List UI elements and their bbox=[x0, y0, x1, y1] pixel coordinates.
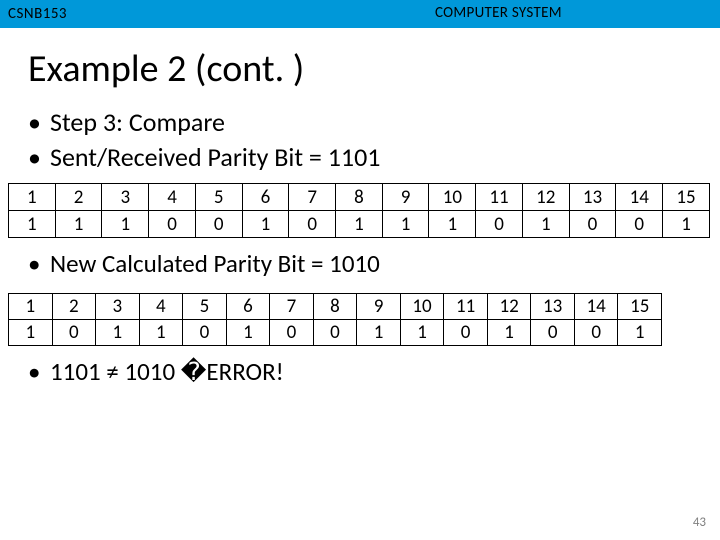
table-cell: 1 bbox=[55, 211, 102, 238]
table-cell: 9 bbox=[357, 294, 401, 320]
bullet-item: 1101 ≠ 1010 �ERROR! bbox=[28, 356, 720, 387]
table-cell: 1 bbox=[429, 211, 476, 238]
table-cell: 11 bbox=[476, 184, 523, 211]
table-cell: 12 bbox=[487, 294, 531, 320]
table-cell: 2 bbox=[55, 184, 102, 211]
table-cell: 10 bbox=[429, 184, 476, 211]
table-cell: 1 bbox=[336, 211, 383, 238]
table-cell: 0 bbox=[569, 211, 616, 238]
table-cell: 0 bbox=[476, 211, 523, 238]
table-cell: 5 bbox=[183, 294, 227, 320]
table-cell: 8 bbox=[313, 294, 357, 320]
table-cell: 0 bbox=[574, 320, 618, 346]
bullet-list-mid: New Calculated Parity Bit = 1010 bbox=[28, 248, 720, 279]
table-row: 1 2 3 4 5 6 7 8 9 10 11 12 13 14 15 bbox=[9, 184, 710, 211]
table-cell: 1 bbox=[9, 211, 56, 238]
table-cell: 1 bbox=[663, 211, 710, 238]
table-cell: 5 bbox=[195, 184, 242, 211]
table-cell: 1 bbox=[102, 211, 149, 238]
bullet-item: Sent/Received Parity Bit = 1101 bbox=[28, 141, 720, 174]
table-cell: 15 bbox=[618, 294, 662, 320]
table-row: 1 0 1 1 0 1 0 0 1 1 0 1 0 0 1 bbox=[9, 320, 662, 346]
table-cell: 0 bbox=[289, 211, 336, 238]
table-cell: 7 bbox=[289, 184, 336, 211]
top-bar: CSNB153 bbox=[0, 0, 720, 28]
table-cell: 1 bbox=[618, 320, 662, 346]
slide-title: Example 2 (cont. ) bbox=[28, 46, 720, 92]
table-cell: 1 bbox=[400, 320, 444, 346]
table-cell: 12 bbox=[522, 184, 569, 211]
table-cell: 2 bbox=[52, 294, 96, 320]
table-sent-received: 1 2 3 4 5 6 7 8 9 10 11 12 13 14 15 1 1 … bbox=[8, 183, 710, 238]
table-cell: 0 bbox=[183, 320, 227, 346]
table-cell: 6 bbox=[242, 184, 289, 211]
table-cell: 14 bbox=[616, 184, 663, 211]
table-cell: 3 bbox=[102, 184, 149, 211]
table-cell: 8 bbox=[336, 184, 383, 211]
table-cell: 14 bbox=[574, 294, 618, 320]
table-cell: 4 bbox=[149, 184, 196, 211]
table-cell: 7 bbox=[270, 294, 314, 320]
table-cell: 0 bbox=[149, 211, 196, 238]
bullet-item: New Calculated Parity Bit = 1010 bbox=[28, 248, 720, 279]
course-code: CSNB153 bbox=[0, 5, 67, 23]
table-cell: 15 bbox=[663, 184, 710, 211]
bullet-list-top: Step 3: Compare Sent/Received Parity Bit… bbox=[28, 106, 720, 173]
table-cell: 11 bbox=[444, 294, 488, 320]
table-row: 1 1 1 0 0 1 0 1 1 1 0 1 0 0 1 bbox=[9, 211, 710, 238]
table-cell: 1 bbox=[226, 320, 270, 346]
table-cell: 1 bbox=[357, 320, 401, 346]
table-cell: 0 bbox=[313, 320, 357, 346]
slide: CSNB153 COMPUTER SYSTEM Example 2 (cont.… bbox=[0, 0, 720, 540]
table-cell: 0 bbox=[195, 211, 242, 238]
table-cell: 1 bbox=[522, 211, 569, 238]
table-cell: 6 bbox=[226, 294, 270, 320]
table-cell: 13 bbox=[569, 184, 616, 211]
bullet-item: Step 3: Compare bbox=[28, 106, 720, 139]
table-cell: 1 bbox=[242, 211, 289, 238]
page-number: 43 bbox=[693, 515, 706, 530]
table-cell: 10 bbox=[400, 294, 444, 320]
table-cell: 4 bbox=[139, 294, 183, 320]
table-cell: 0 bbox=[270, 320, 314, 346]
table-row: 1 2 3 4 5 6 7 8 9 10 11 12 13 14 15 bbox=[9, 294, 662, 320]
course-title: COMPUTER SYSTEM bbox=[435, 4, 562, 22]
table-new-calculated: 1 2 3 4 5 6 7 8 9 10 11 12 13 14 15 1 0 … bbox=[8, 293, 662, 346]
bullet-list-bottom: 1101 ≠ 1010 �ERROR! bbox=[28, 356, 720, 387]
table-cell: 0 bbox=[444, 320, 488, 346]
table-cell: 1 bbox=[487, 320, 531, 346]
table-cell: 1 bbox=[139, 320, 183, 346]
table-cell: 1 bbox=[382, 211, 429, 238]
table-cell: 3 bbox=[96, 294, 140, 320]
table-cell: 1 bbox=[9, 294, 53, 320]
table-cell: 0 bbox=[616, 211, 663, 238]
table-cell: 1 bbox=[9, 184, 56, 211]
table-cell: 0 bbox=[531, 320, 575, 346]
table-cell: 9 bbox=[382, 184, 429, 211]
table-cell: 1 bbox=[96, 320, 140, 346]
table-cell: 13 bbox=[531, 294, 575, 320]
table-cell: 1 bbox=[9, 320, 53, 346]
table-cell: 0 bbox=[52, 320, 96, 346]
